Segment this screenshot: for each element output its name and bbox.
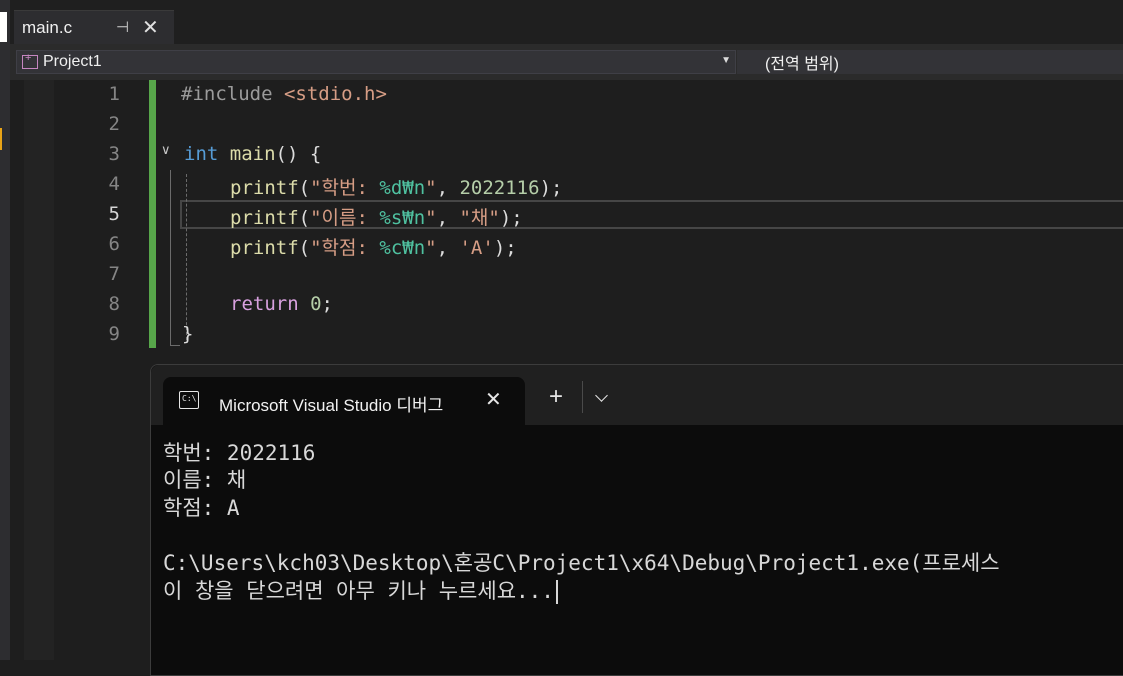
code-line-9: } (182, 323, 194, 345)
scope-guide (170, 170, 171, 346)
collapse-chevron-icon[interactable]: ∨ (161, 142, 171, 158)
line-number: 8 (108, 293, 120, 315)
pin-icon[interactable]: ⊣ (116, 18, 129, 36)
document-tab-bar: main.c ⊣ ✕ (10, 0, 1123, 44)
output-line: 학점: A (163, 496, 240, 520)
terminal-titlebar: C:\ Microsoft Visual Studio 디버그 ✕ + (151, 365, 1123, 425)
code-line-4: printf("학번: %d₩n", 2022116); (230, 177, 563, 199)
toolwindow-indicator (0, 128, 2, 150)
terminal-tab-title: Microsoft Visual Studio 디버그 (219, 396, 444, 415)
debug-console-window[interactable]: C:\ Microsoft Visual Studio 디버그 ✕ + 학번: … (150, 364, 1123, 676)
output-line: 학번: 2022116 (163, 441, 316, 465)
toolwindow-tab[interactable] (0, 12, 7, 42)
output-line: C:\Users\kch03\Desktop\혼공C\Project1\x64\… (163, 551, 1000, 575)
line-number: 3 (108, 143, 120, 165)
indicator-margin (24, 80, 54, 660)
line-number: 2 (108, 113, 120, 135)
project-label: Project1 (43, 53, 102, 70)
output-line: 이름: 채 (163, 468, 247, 492)
tab-title: main.c (22, 17, 73, 37)
code-line-8: return 0; (230, 293, 333, 315)
code-line-3: int main() { (184, 143, 322, 165)
line-number: 9 (108, 323, 120, 345)
code-line-5: printf("이름: %s₩n", "채"); (230, 207, 523, 229)
close-icon[interactable]: ✕ (485, 387, 502, 412)
project-icon (22, 52, 38, 69)
tab-main-c[interactable]: main.c ⊣ ✕ (14, 10, 174, 44)
navigation-bar: Project1 ▼ (전역 범위) (10, 44, 1123, 80)
line-number: 1 (108, 83, 120, 105)
indent-guide (186, 174, 187, 340)
scope-label: (전역 범위) (765, 56, 839, 73)
line-number: 6 (108, 233, 120, 255)
console-icon: C:\ (179, 391, 199, 409)
left-toolwindow-strip (0, 0, 10, 660)
scope-guide-end (170, 345, 180, 346)
change-tracking-bar (149, 80, 156, 348)
line-number: 7 (108, 263, 120, 285)
line-number: 4 (108, 173, 120, 195)
project-dropdown[interactable]: Project1 ▼ (16, 50, 736, 74)
terminal-tab[interactable]: C:\ Microsoft Visual Studio 디버그 ✕ (163, 377, 525, 425)
titlebar-divider (582, 381, 583, 413)
text-cursor (555, 580, 558, 604)
close-icon[interactable]: ✕ (142, 15, 159, 40)
code-line-6: printf("학점: %c₩n", 'A'); (230, 237, 517, 259)
line-number-current: 5 (108, 203, 120, 225)
scope-dropdown[interactable]: (전역 범위) (737, 50, 1123, 74)
output-line-prompt: 이 창을 닫으려면 아무 키나 누르세요... (163, 575, 558, 605)
chevron-down-icon[interactable]: ▼ (721, 55, 731, 66)
new-tab-button[interactable]: + (549, 385, 563, 409)
chevron-down-icon[interactable] (595, 389, 608, 402)
code-line-1: #include <stdio.h> (181, 83, 387, 105)
